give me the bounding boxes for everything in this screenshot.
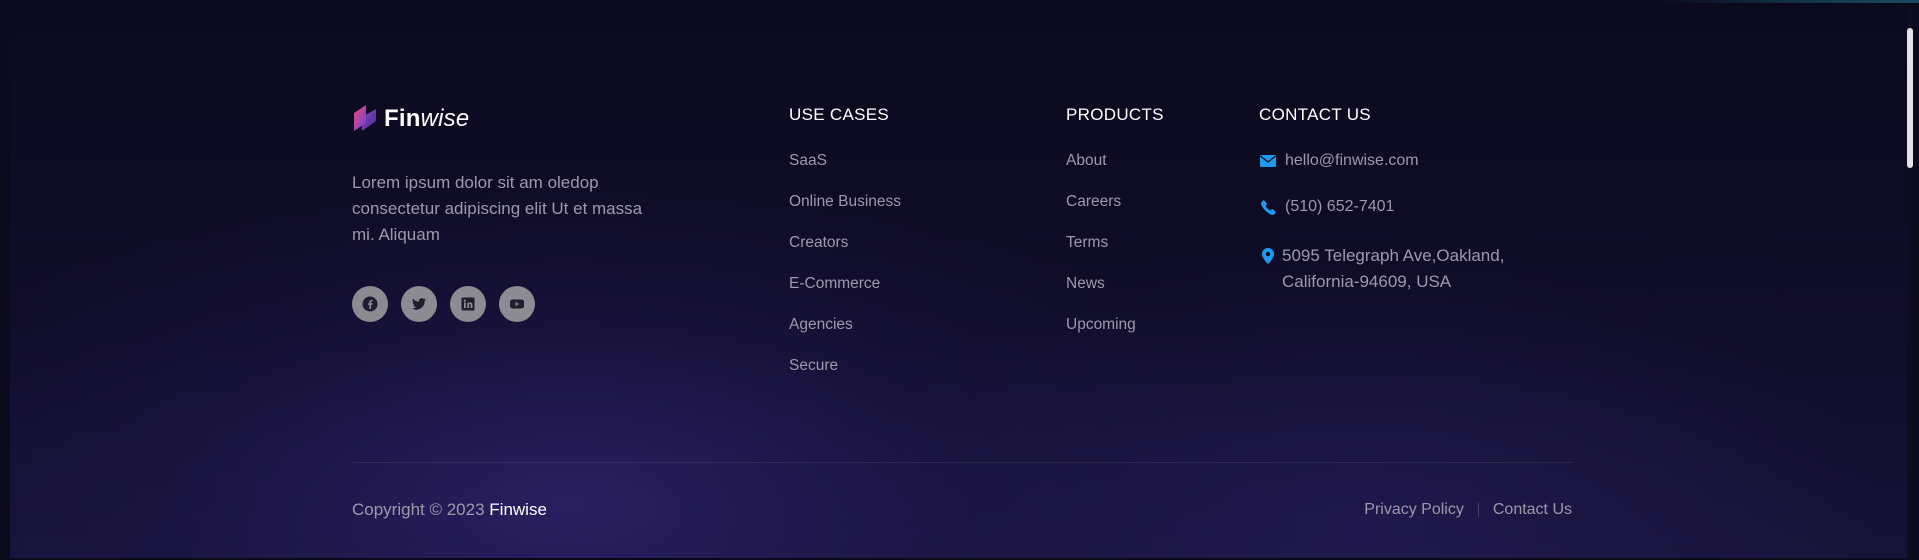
site-footer xyxy=(10,4,1913,560)
link-about[interactable]: About xyxy=(1066,151,1164,192)
social-links xyxy=(352,286,535,322)
link-upcoming[interactable]: Upcoming xyxy=(1066,315,1164,356)
legal-separator xyxy=(1477,503,1479,517)
facebook-link[interactable] xyxy=(352,286,388,322)
phone-icon xyxy=(1259,197,1277,217)
legal-links: Privacy Policy Contact Us xyxy=(1364,501,1572,519)
contact-phone[interactable]: (510) 652-7401 xyxy=(1259,197,1504,243)
copyright-text: Copyright © 2023 xyxy=(352,500,485,519)
brand-description: Lorem ipsum dolor sit am oledop consecte… xyxy=(352,173,643,244)
map-pin-icon xyxy=(1259,243,1277,269)
contact-us-link[interactable]: Contact Us xyxy=(1493,501,1572,519)
copyright: Copyright © 2023 Finwise xyxy=(352,500,547,520)
top-accent-line xyxy=(1659,0,1919,3)
linkedin-link[interactable] xyxy=(450,286,486,322)
link-careers[interactable]: Careers xyxy=(1066,192,1164,233)
footer-logo[interactable]: Finwise xyxy=(352,103,469,135)
address-line-1: 5095 Telegraph Ave,Oakland, xyxy=(1282,246,1505,265)
scrollbar[interactable] xyxy=(1907,8,1913,560)
link-secure[interactable]: Secure xyxy=(789,356,901,397)
twitter-icon xyxy=(412,298,426,310)
finwise-logo-icon xyxy=(354,105,376,131)
facebook-icon xyxy=(362,296,378,312)
link-creators[interactable]: Creators xyxy=(789,233,901,274)
use-cases-column: USE CASES SaaS Online Business Creators … xyxy=(789,104,901,397)
contact-phone-text: (510) 652-7401 xyxy=(1285,198,1395,215)
linkedin-icon xyxy=(461,297,475,311)
scrollbar-thumb[interactable] xyxy=(1907,28,1913,168)
brand-name: Finwise xyxy=(384,105,470,132)
page: Finwise Lorem ipsum dolor sit am oledop … xyxy=(0,0,1919,560)
link-agencies[interactable]: Agencies xyxy=(789,315,901,356)
youtube-icon xyxy=(510,299,524,309)
contact-email-text: hello@finwise.com xyxy=(1285,152,1419,169)
footer-divider xyxy=(352,462,1572,463)
twitter-link[interactable] xyxy=(401,286,437,322)
copyright-brand: Finwise xyxy=(489,500,547,519)
link-news[interactable]: News xyxy=(1066,274,1164,315)
privacy-policy-link[interactable]: Privacy Policy xyxy=(1364,501,1464,519)
contact-email[interactable]: hello@finwise.com xyxy=(1259,151,1504,197)
contact-title: CONTACT US xyxy=(1259,105,1371,124)
products-column: PRODUCTS About Careers Terms News Upcomi… xyxy=(1066,104,1164,356)
link-online-business[interactable]: Online Business xyxy=(789,192,901,233)
youtube-link[interactable] xyxy=(499,286,535,322)
contact-address: 5095 Telegraph Ave,Oakland, California-9… xyxy=(1259,243,1504,295)
contact-column: CONTACT US hello@finwise.com (510) 652-7… xyxy=(1259,104,1504,295)
link-terms[interactable]: Terms xyxy=(1066,233,1164,274)
link-saas[interactable]: SaaS xyxy=(789,151,901,192)
use-cases-title: USE CASES xyxy=(789,105,890,124)
envelope-icon xyxy=(1259,151,1277,171)
products-title: PRODUCTS xyxy=(1066,105,1164,124)
address-line-2: California-94609, USA xyxy=(1282,272,1452,291)
link-e-commerce[interactable]: E-Commerce xyxy=(789,274,901,315)
